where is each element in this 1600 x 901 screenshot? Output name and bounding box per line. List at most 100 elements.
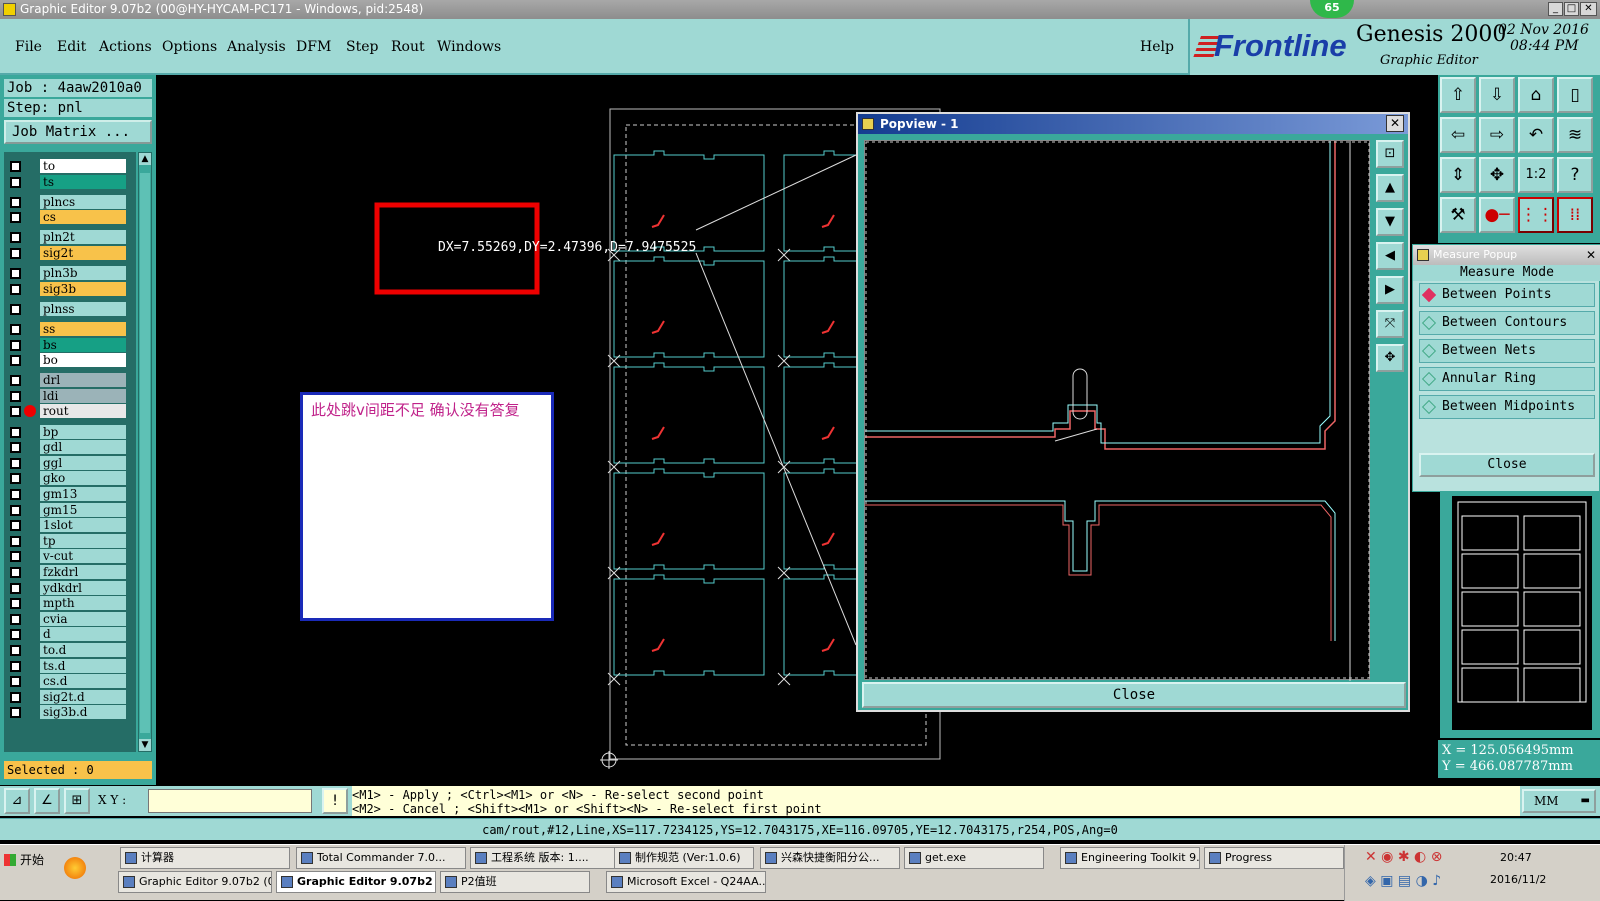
warning-icon[interactable]: ! bbox=[322, 788, 348, 814]
layer-row-bp[interactable]: bp bbox=[4, 424, 136, 440]
layer-name[interactable]: ts bbox=[40, 174, 126, 189]
layer-name[interactable]: mpth bbox=[40, 596, 126, 611]
layer-checkbox[interactable] bbox=[10, 691, 21, 703]
layer-checkbox[interactable] bbox=[10, 660, 21, 672]
home-icon[interactable]: ⌂ bbox=[1518, 77, 1554, 113]
layer-row-plncs[interactable]: plncs bbox=[4, 194, 136, 210]
scroll-up-arrow-icon[interactable]: ▲ bbox=[139, 153, 151, 165]
layer-checkbox[interactable] bbox=[10, 283, 21, 295]
taskbar-button[interactable]: get.exe bbox=[904, 847, 1044, 869]
one-to-two-icon[interactable]: 1:2 bbox=[1518, 157, 1554, 193]
taskbar-button[interactable]: Graphic Editor 9.07b2 (0... bbox=[118, 871, 272, 893]
zoom-in-icon[interactable]: ✥ bbox=[1376, 344, 1404, 372]
taskbar-button[interactable]: Microsoft Excel - Q24AA... bbox=[606, 871, 766, 893]
taskbar-button[interactable]: 兴森快捷衡阳分公... bbox=[760, 847, 900, 869]
layer-name[interactable]: bp bbox=[40, 424, 126, 439]
layer-row-sig2t-d[interactable]: sig2t.d bbox=[4, 689, 136, 705]
layer-checkbox[interactable] bbox=[10, 457, 21, 469]
option-between-nets[interactable]: Between Nets bbox=[1419, 339, 1595, 363]
menu-options[interactable]: Options bbox=[162, 19, 217, 75]
scroll-thumb[interactable] bbox=[140, 173, 150, 733]
pan-left-icon[interactable]: ◀ bbox=[1376, 242, 1404, 270]
layer-name[interactable]: cvia bbox=[40, 611, 126, 626]
layer-row-cs[interactable]: cs bbox=[4, 209, 136, 225]
layer-name[interactable]: gko bbox=[40, 471, 126, 486]
layer-row-drl[interactable]: drl bbox=[4, 372, 136, 388]
taskbar-button[interactable]: Total Commander 7.0... bbox=[296, 847, 466, 869]
start-button[interactable]: 开始 bbox=[2, 849, 54, 871]
taskbar-button[interactable]: Engineering Toolkit 9.... bbox=[1060, 847, 1200, 869]
layer-row-ss[interactable]: ss bbox=[4, 321, 136, 337]
layer-row-pln2t[interactable]: pln2t bbox=[4, 229, 136, 245]
taskbar-button[interactable]: Progress bbox=[1204, 847, 1344, 869]
layer-row-cvia[interactable]: cvia bbox=[4, 611, 136, 627]
layer-row-sig2t[interactable]: sig2t bbox=[4, 245, 136, 261]
menu-actions[interactable]: Actions bbox=[99, 19, 152, 75]
layer-name[interactable]: cs bbox=[40, 210, 126, 225]
menu-analysis[interactable]: Analysis bbox=[227, 19, 286, 75]
layer-name[interactable]: pln3b bbox=[40, 266, 126, 281]
layer-row-ldi[interactable]: ldi bbox=[4, 388, 136, 404]
menu-file[interactable]: File bbox=[15, 19, 42, 75]
layer-row-fzkdrl[interactable]: fzkdrl bbox=[4, 564, 136, 580]
layer-checkbox[interactable] bbox=[10, 390, 21, 402]
layer-checkbox[interactable] bbox=[10, 644, 21, 656]
layer-checkbox[interactable] bbox=[10, 303, 21, 315]
layer-scrollbar[interactable]: ▲ ▼ bbox=[138, 152, 152, 752]
option-between-contours[interactable]: Between Contours bbox=[1419, 311, 1595, 335]
annotation-note[interactable]: 此处跳v间距不足 确认没有答复 bbox=[300, 392, 554, 621]
maximize-button[interactable]: □ bbox=[1564, 2, 1579, 16]
angle-icon[interactable]: ∠ bbox=[34, 788, 60, 814]
minimize-button[interactable]: _ bbox=[1548, 2, 1563, 16]
layer-name[interactable]: to.d bbox=[40, 642, 126, 657]
layer-name[interactable]: pln2t bbox=[40, 230, 126, 245]
tool-icon[interactable]: ⚒ bbox=[1440, 197, 1476, 233]
layer-checkbox[interactable] bbox=[10, 488, 21, 500]
pan-left-icon[interactable]: ⇦ bbox=[1440, 117, 1476, 153]
pan-right-icon[interactable]: ⇨ bbox=[1479, 117, 1515, 153]
taskbar-button[interactable]: Graphic Editor 9.07b2 ... bbox=[276, 871, 436, 893]
option-annular-ring[interactable]: Annular Ring bbox=[1419, 367, 1595, 391]
layer-name[interactable]: ggl bbox=[40, 455, 126, 470]
layer-name[interactable]: sig3b bbox=[40, 281, 126, 296]
layer-name[interactable]: plnss bbox=[40, 301, 126, 316]
layer-checkbox[interactable] bbox=[10, 629, 21, 641]
menu-dfm[interactable]: DFM bbox=[296, 19, 331, 75]
taskbar-button[interactable]: 制作规范 (Ver:1.0.6) bbox=[614, 847, 754, 869]
layer-name[interactable]: v-cut bbox=[40, 549, 126, 564]
layer-name[interactable]: to bbox=[40, 159, 126, 173]
menu-help[interactable]: Help bbox=[1140, 19, 1174, 75]
menu-step[interactable]: Step bbox=[346, 19, 378, 75]
layer-name[interactable]: bs bbox=[40, 337, 126, 352]
layer-checkbox[interactable] bbox=[10, 176, 21, 188]
layer-row-gdl[interactable]: gdl bbox=[4, 439, 136, 455]
layer-row-cs-d[interactable]: cs.d bbox=[4, 673, 136, 689]
layer-row-sig3b[interactable]: sig3b bbox=[4, 281, 136, 297]
layer-name[interactable]: tp bbox=[40, 533, 126, 548]
grid-icon[interactable]: ⊞ bbox=[64, 788, 90, 814]
taskbar-button[interactable]: 计算器 bbox=[120, 847, 290, 869]
layer-name[interactable]: ts.d bbox=[40, 658, 126, 673]
quicklaunch-icon[interactable] bbox=[64, 857, 86, 879]
layer-checkbox[interactable] bbox=[10, 339, 21, 351]
zoom-back-icon[interactable]: ↶ bbox=[1518, 117, 1554, 153]
layer-row-gko[interactable]: gko bbox=[4, 470, 136, 486]
net-alt-icon[interactable]: ⁞⁞ bbox=[1557, 197, 1593, 233]
layer-checkbox[interactable] bbox=[10, 355, 21, 367]
menu-windows[interactable]: Windows bbox=[437, 19, 501, 75]
layer-checkbox[interactable] bbox=[10, 707, 21, 719]
window-icon[interactable]: ▯ bbox=[1557, 77, 1593, 113]
measure-close-button[interactable]: Close bbox=[1419, 453, 1595, 477]
zoom-fit-icon[interactable]: ⊡ bbox=[1376, 140, 1404, 168]
layer-checkbox[interactable] bbox=[10, 406, 21, 418]
layer-name[interactable]: 1slot bbox=[40, 518, 126, 533]
popview-close-icon[interactable]: ✕ bbox=[1386, 115, 1404, 132]
layer-checkbox[interactable] bbox=[10, 535, 21, 547]
layer-name[interactable]: drl bbox=[40, 373, 126, 388]
layer-name[interactable]: gm13 bbox=[40, 486, 126, 501]
layer-checkbox[interactable] bbox=[10, 426, 21, 438]
overview-map[interactable] bbox=[1452, 496, 1592, 730]
zoom-in-icon[interactable]: ✥ bbox=[1479, 157, 1515, 193]
layer-row-gm13[interactable]: gm13 bbox=[4, 486, 136, 502]
layer-row-to[interactable]: to bbox=[4, 158, 136, 174]
